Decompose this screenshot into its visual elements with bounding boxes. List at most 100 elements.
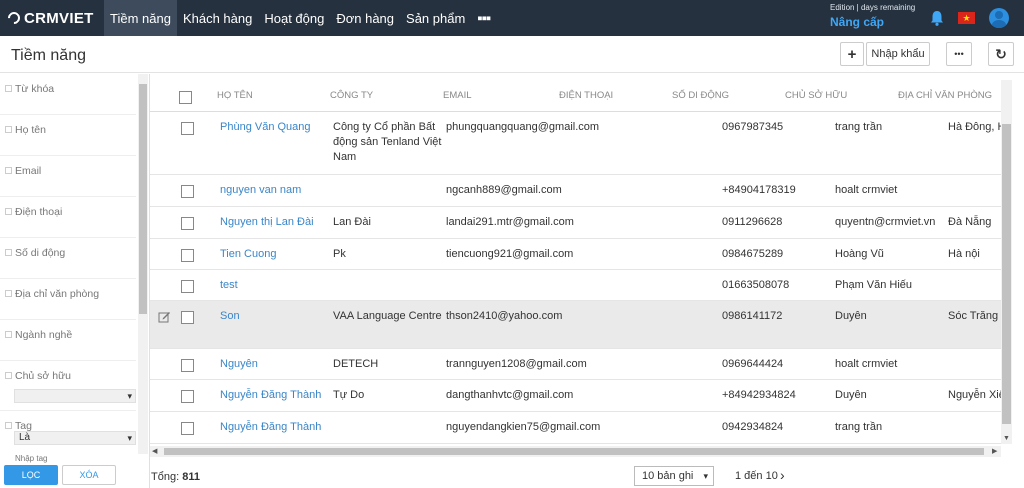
filter-owner[interactable]: Chủ sở hữu (0, 361, 136, 411)
page-title: Tiềm năng (11, 47, 86, 64)
table-row[interactable]: Nguyên DETECH trannguyen1208@gmail.com 0969… (150, 349, 1012, 380)
table-row[interactable]: Nguyễn Đăng Thành nguyendangkien75@gmail.… (150, 412, 1012, 444)
row-checkbox[interactable] (181, 359, 194, 372)
table-row[interactable]: Tien Cuong Pk tiencuong921@gmail.com 098467… (150, 239, 1012, 270)
row-checkbox[interactable] (181, 280, 194, 293)
cell-name[interactable]: Phùng Văn Quang (220, 120, 311, 135)
nav-hoat-dong[interactable]: Hoạt động (258, 0, 330, 36)
scroll-down-icon[interactable]: ▼ (1003, 435, 1010, 442)
table-row[interactable]: nguyen van nam ngcanh889@gmail.com +849041… (150, 175, 1012, 207)
filter-phone[interactable]: Điện thoại (0, 197, 136, 238)
scroll-right-icon[interactable]: ▶ (992, 447, 997, 455)
row-checkbox[interactable] (181, 311, 194, 324)
user-avatar[interactable] (989, 8, 1009, 28)
cell-company: Pk (333, 248, 346, 260)
table-row[interactable]: Son VAA Language Centre thson2410@yahoo.co… (150, 301, 1012, 349)
table-row[interactable]: test 01663508078 Phạm Văn Hiếu (150, 270, 1012, 301)
row-checkbox[interactable] (181, 185, 194, 198)
cell-company: Tự Do (333, 389, 365, 401)
filter-checkbox[interactable] (5, 249, 12, 256)
cell-address: Nguyễn Xiể (948, 389, 1005, 401)
cell-name[interactable]: Tien Cuong (220, 247, 276, 262)
col-header-name[interactable]: Họ tên (217, 90, 253, 101)
filter-label: Email (15, 165, 42, 177)
table-vertical-scrollbar[interactable]: ▼ (1001, 80, 1012, 444)
col-header-address[interactable]: Địa chỉ văn phòng (898, 90, 992, 101)
row-checkbox[interactable] (181, 390, 194, 403)
cell-email: ngcanh889@gmail.com (446, 184, 562, 196)
filter-label: Chủ sở hữu (15, 370, 71, 382)
page-size-select[interactable]: 10 bản ghi (634, 466, 714, 486)
add-button[interactable]: + (840, 42, 864, 66)
filter-label: Địa chỉ văn phòng (15, 288, 100, 300)
col-header-email[interactable]: Email (443, 90, 472, 101)
bell-icon[interactable] (928, 9, 946, 27)
col-header-owner[interactable]: Chủ sở hữu (785, 90, 847, 101)
cell-owner: trang trần (835, 421, 883, 433)
filter-checkbox[interactable] (5, 331, 12, 338)
filter-address[interactable]: Địa chỉ văn phòng (0, 279, 136, 320)
import-button[interactable]: Nhập khẩu (866, 42, 930, 66)
filter-checkbox[interactable] (5, 290, 12, 297)
logo[interactable]: CRMVIET (0, 0, 104, 36)
cell-owner: quyentn@crmviet.vn (835, 216, 936, 228)
tag-input[interactable]: Nhập tag (15, 454, 47, 463)
col-header-mobile[interactable]: Số di động (672, 90, 729, 101)
nav-san-pham[interactable]: Sản phẩm (400, 0, 471, 36)
cell-email: landai291.mtr@gmail.com (446, 216, 574, 228)
filter-sidebar: Từ khóa Họ tên Email Điện thoại Số di độ… (0, 74, 150, 488)
col-header-company[interactable]: Công ty (330, 90, 373, 101)
scroll-left-icon[interactable]: ◀ (152, 447, 157, 455)
row-checkbox[interactable] (181, 122, 194, 135)
nav-more-icon[interactable]: ▪▪▪ (471, 0, 496, 36)
cell-name[interactable]: Nguyên (220, 357, 258, 372)
filter-keyword[interactable]: Từ khóa (0, 74, 136, 115)
table-horizontal-scrollbar[interactable]: ◀ ▶ (150, 446, 1001, 457)
filter-checkbox[interactable] (5, 167, 12, 174)
filter-name[interactable]: Họ tên (0, 115, 136, 156)
filter-tag[interactable]: Tag Là Nhập tag (0, 411, 136, 471)
cell-name[interactable]: test (220, 278, 238, 293)
nav-don-hang[interactable]: Đơn hàng (330, 0, 400, 36)
table-hscroll-thumb[interactable] (164, 448, 984, 455)
row-checkbox[interactable] (181, 249, 194, 262)
cell-name[interactable]: nguyen van nam (220, 183, 301, 198)
filter-clear-button[interactable]: XÓA (62, 465, 116, 485)
vietnam-flag-icon[interactable]: ★ (958, 12, 975, 24)
filter-apply-button[interactable]: LỌC (4, 465, 58, 485)
tag-operator-select[interactable]: Là (14, 431, 136, 445)
row-checkbox[interactable] (181, 217, 194, 230)
filter-email[interactable]: Email (0, 156, 136, 197)
cell-name[interactable]: Nguyễn Đăng Thành (220, 388, 321, 403)
cell-name[interactable]: Son (220, 309, 240, 324)
total-count: Tổng: 811 (151, 471, 200, 483)
owner-select[interactable] (14, 389, 136, 403)
cell-company: DETECH (333, 358, 379, 370)
more-options-button[interactable]: ••• (946, 42, 972, 66)
refresh-button[interactable]: ↻ (988, 42, 1014, 66)
table-vscroll-thumb[interactable] (1002, 124, 1011, 424)
filter-checkbox[interactable] (5, 126, 12, 133)
filter-checkbox[interactable] (5, 208, 12, 215)
table-row[interactable]: Nguyễn Đăng Thành Tự Do dangthanhvtc@gmail… (150, 380, 1012, 412)
filter-checkbox[interactable] (5, 372, 12, 379)
filter-checkbox[interactable] (5, 422, 12, 429)
select-all-checkbox[interactable] (179, 91, 192, 104)
filter-mobile[interactable]: Số di động (0, 238, 136, 279)
upgrade-link[interactable]: Nâng cấp (830, 15, 884, 29)
sidebar-scroll-thumb[interactable] (139, 84, 147, 314)
sidebar-scrollbar[interactable] (138, 74, 148, 454)
table-row[interactable]: Phùng Văn Quang Công ty Cổ phần Bất động … (150, 112, 1012, 175)
filter-label: Ngành nghề (15, 329, 73, 341)
cell-name[interactable]: Nguyen thị Lan Đài (220, 215, 314, 230)
col-header-phone[interactable]: Điện thoại (559, 90, 613, 101)
nav-tiem-nang[interactable]: Tiềm năng (104, 0, 177, 36)
edit-icon[interactable] (158, 310, 171, 323)
table-row[interactable]: Nguyen thị Lan Đài Lan Đài landai291.mtr@g… (150, 207, 1012, 239)
filter-checkbox[interactable] (5, 85, 12, 92)
next-page-icon[interactable]: › (780, 467, 785, 483)
nav-khach-hang[interactable]: Khách hàng (177, 0, 258, 36)
row-checkbox[interactable] (181, 422, 194, 435)
filter-industry[interactable]: Ngành nghề (0, 320, 136, 361)
cell-name[interactable]: Nguyễn Đăng Thành (220, 420, 321, 435)
